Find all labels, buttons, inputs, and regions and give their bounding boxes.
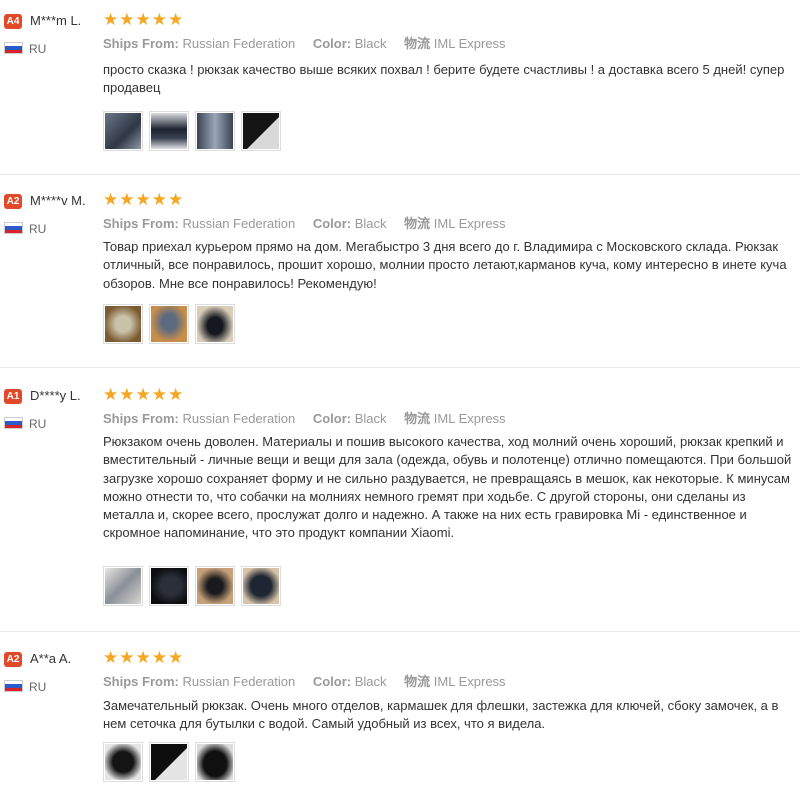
rating-stars: ★ ★ ★ ★ ★ [103, 190, 184, 209]
star-icon: ★ [151, 385, 167, 404]
reviewer-country: RU [29, 222, 47, 236]
color-label: Color: [312, 674, 352, 689]
shipping-label: 物流 [404, 674, 431, 689]
reviewer-name: M****v M. [30, 193, 86, 208]
review-divider [0, 174, 800, 175]
level-badge: A2 [4, 652, 22, 667]
star-icon: ★ [168, 190, 184, 209]
star-icon: ★ [119, 648, 135, 667]
review-text: Замечательный рюкзак. Очень много отдело… [103, 698, 779, 732]
review-photo-thumbnail[interactable] [195, 566, 235, 606]
review-photo-thumbnail[interactable] [149, 566, 189, 606]
ships-from-label: Ships From: [103, 216, 179, 231]
reviewer-name: M***m L. [30, 13, 82, 28]
review-divider [0, 631, 800, 632]
star-icon: ★ [168, 648, 184, 667]
review-photo-thumbnail[interactable] [149, 742, 189, 782]
star-icon: ★ [135, 648, 151, 667]
ships-from-value: Russian Federation [182, 674, 296, 689]
review-photos [103, 111, 281, 151]
shipping-label: 物流 [404, 36, 431, 51]
review-photo-thumbnail[interactable] [103, 566, 143, 606]
reviewer-country: RU [29, 680, 47, 694]
review-text: Товар приехал курьером прямо на дом. Мег… [103, 239, 787, 291]
star-icon: ★ [103, 10, 119, 29]
star-icon: ★ [119, 385, 135, 404]
color-label: Color: [312, 216, 352, 231]
review-photos [103, 742, 235, 782]
order-info: Ships From: Russian Federation Color: Bl… [103, 36, 506, 52]
order-info: Ships From: Russian Federation Color: Bl… [103, 216, 506, 232]
ships-from-value: Russian Federation [182, 411, 296, 426]
shipping-label: 物流 [404, 411, 431, 426]
shipping-value: IML Express [433, 216, 506, 231]
review-photo-thumbnail[interactable] [195, 304, 235, 344]
flag-icon [4, 42, 23, 54]
flag-icon [4, 680, 23, 692]
review-photos [103, 304, 235, 344]
reviewer-name: A**a A. [30, 651, 72, 666]
ships-from-value: Russian Federation [182, 216, 296, 231]
review-photo-thumbnail[interactable] [103, 304, 143, 344]
rating-stars: ★ ★ ★ ★ ★ [103, 648, 184, 667]
star-icon: ★ [103, 190, 119, 209]
shipping-label: 物流 [404, 216, 431, 231]
star-icon: ★ [151, 648, 167, 667]
ships-from-label: Ships From: [103, 36, 179, 51]
flag-icon [4, 222, 23, 234]
review-text: просто сказка ! рюкзак качество выше вся… [103, 62, 785, 96]
color-value: Black [354, 674, 387, 689]
color-value: Black [354, 411, 387, 426]
rating-stars: ★ ★ ★ ★ ★ [103, 10, 184, 29]
review-photo-thumbnail[interactable] [241, 111, 281, 151]
review-photo-thumbnail[interactable] [149, 304, 189, 344]
color-label: Color: [312, 36, 352, 51]
review-photos [103, 566, 281, 606]
ships-from-label: Ships From: [103, 411, 179, 426]
shipping-value: IML Express [433, 411, 506, 426]
reviewer-name: D****y L. [30, 388, 81, 403]
rating-stars: ★ ★ ★ ★ ★ [103, 385, 184, 404]
review-divider [0, 367, 800, 368]
star-icon: ★ [135, 10, 151, 29]
level-badge: A4 [4, 14, 22, 29]
review-photo-thumbnail[interactable] [241, 566, 281, 606]
star-icon: ★ [135, 190, 151, 209]
review-photo-thumbnail[interactable] [195, 111, 235, 151]
star-icon: ★ [151, 10, 167, 29]
star-icon: ★ [103, 648, 119, 667]
level-badge: A1 [4, 389, 22, 404]
review-text: Рюкзаком очень доволен. Материалы и поши… [103, 434, 792, 541]
color-value: Black [354, 36, 387, 51]
review-photo-thumbnail[interactable] [103, 742, 143, 782]
ships-from-value: Russian Federation [182, 36, 296, 51]
ships-from-label: Ships From: [103, 674, 179, 689]
order-info: Ships From: Russian Federation Color: Bl… [103, 674, 506, 690]
review-photo-thumbnail[interactable] [195, 742, 235, 782]
level-badge: A2 [4, 194, 22, 209]
order-info: Ships From: Russian Federation Color: Bl… [103, 411, 506, 427]
star-icon: ★ [168, 10, 184, 29]
reviewer-country: RU [29, 417, 47, 431]
reviewer-country: RU [29, 42, 47, 56]
flag-icon [4, 417, 23, 429]
shipping-value: IML Express [433, 674, 506, 689]
star-icon: ★ [103, 385, 119, 404]
review-photo-thumbnail[interactable] [103, 111, 143, 151]
star-icon: ★ [119, 190, 135, 209]
color-label: Color: [312, 411, 352, 426]
star-icon: ★ [135, 385, 151, 404]
star-icon: ★ [119, 10, 135, 29]
star-icon: ★ [168, 385, 184, 404]
shipping-value: IML Express [433, 36, 506, 51]
star-icon: ★ [151, 190, 167, 209]
review-photo-thumbnail[interactable] [149, 111, 189, 151]
color-value: Black [354, 216, 387, 231]
